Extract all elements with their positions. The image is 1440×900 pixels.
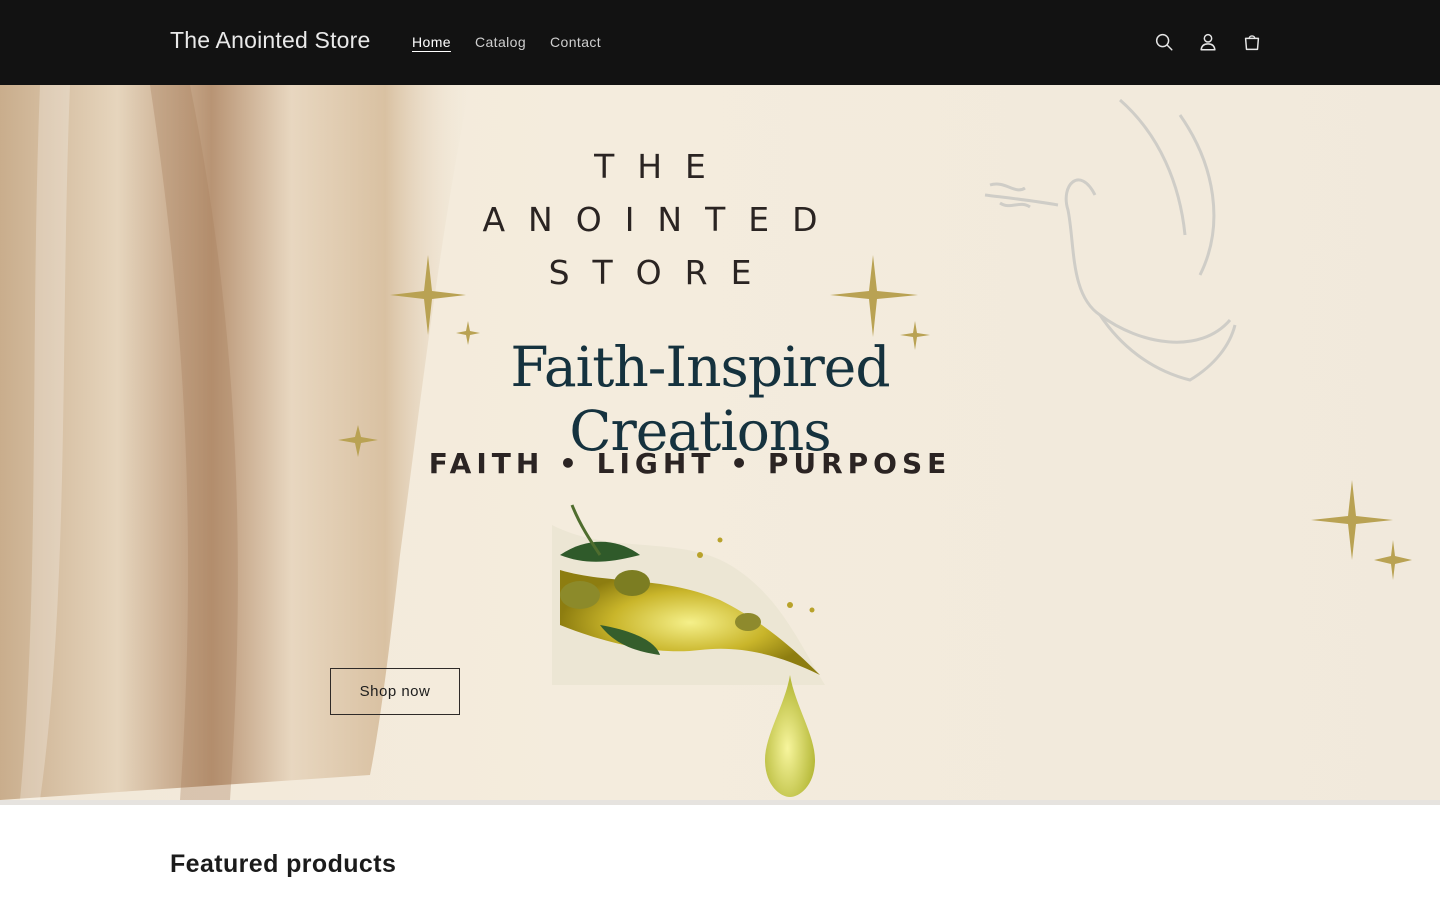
main-nav: Home Catalog Contact xyxy=(400,32,613,52)
hero-tagline: Faith-Inspired Creations xyxy=(510,335,890,463)
search-button[interactable] xyxy=(1142,20,1186,64)
olive-oil-splash xyxy=(552,504,825,685)
search-icon xyxy=(1155,33,1173,51)
oil-drop xyxy=(765,675,815,797)
cart-icon xyxy=(1244,35,1260,51)
hero-subtitle: FAITH • LIGHT • PURPOSE xyxy=(428,447,952,480)
nav-contact[interactable]: Contact xyxy=(538,32,613,52)
hero-title-line-2: ANOINTED xyxy=(482,200,841,239)
account-icon xyxy=(1200,33,1216,51)
nav-home[interactable]: Home xyxy=(400,32,463,52)
hero-title-line-3: STORE xyxy=(548,253,775,292)
hero-banner: THE ANOINTED STORE Faith-Inspired Creati… xyxy=(0,85,1440,800)
cart-button[interactable] xyxy=(1230,20,1274,64)
hero-title: THE ANOINTED STORE xyxy=(445,140,855,299)
nav-catalog[interactable]: Catalog xyxy=(463,32,538,52)
header-icons xyxy=(1142,20,1274,64)
hero-title-line-1: THE xyxy=(594,147,729,186)
store-logo-link[interactable]: The Anointed Store xyxy=(170,27,371,54)
hero-divider xyxy=(0,800,1440,805)
featured-products-heading: Featured products xyxy=(170,850,397,878)
shop-now-button[interactable]: Shop now xyxy=(330,668,460,715)
site-header: The Anointed Store Home Catalog Contact xyxy=(0,0,1440,85)
dove-illustration xyxy=(984,98,1237,382)
account-button[interactable] xyxy=(1186,20,1230,64)
